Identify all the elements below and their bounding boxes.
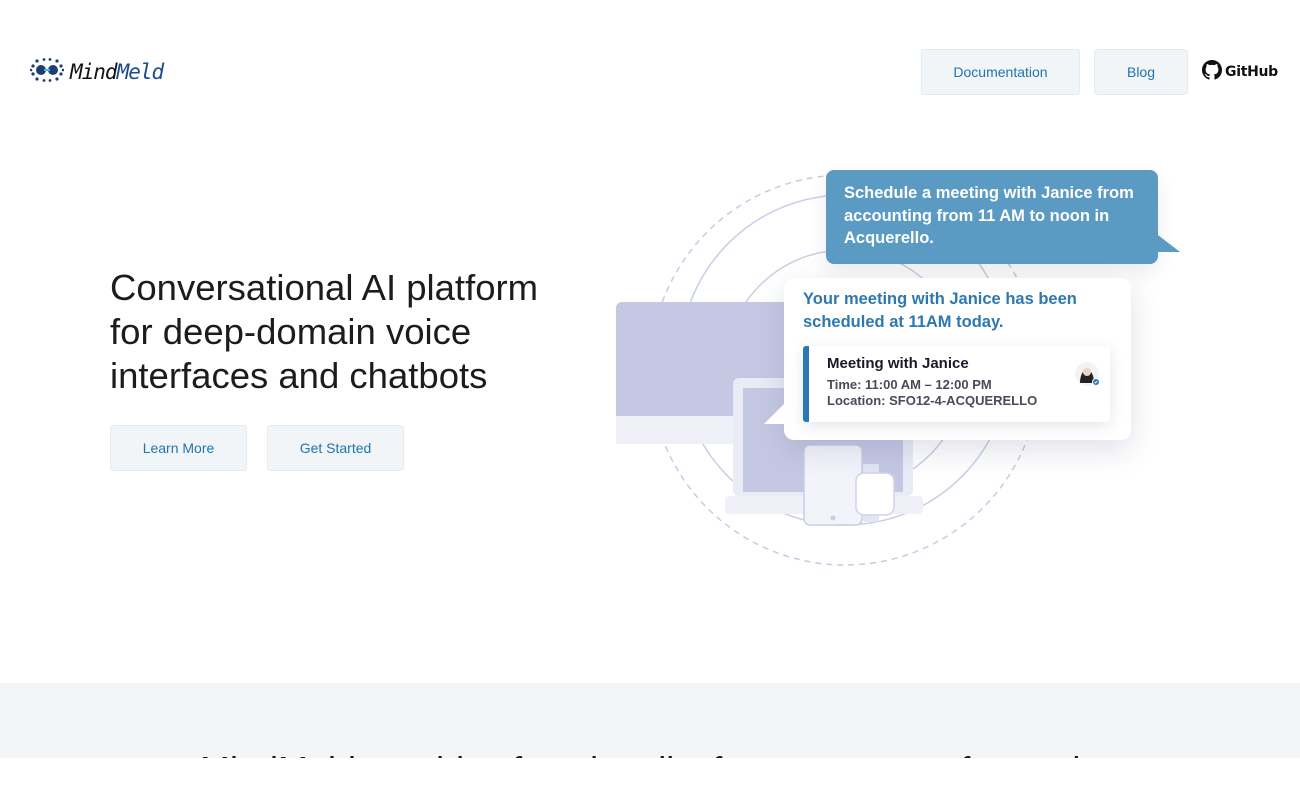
features-heading: MindMeld provides functionality for ever… xyxy=(200,749,1132,758)
user-message-bubble: Schedule a meeting with Janice from acco… xyxy=(826,170,1158,264)
learn-more-button[interactable]: Learn More xyxy=(110,425,247,471)
bot-reply-bubble: Your meeting with Janice has been schedu… xyxy=(784,278,1131,440)
meeting-title: Meeting with Janice xyxy=(827,355,969,372)
meeting-location: Location: SFO12-4-ACQUERELLO xyxy=(827,393,1038,408)
mindmeld-logo[interactable]: MindMeld xyxy=(29,57,164,88)
hero-title: Conversational AI platform for deep-doma… xyxy=(110,267,539,396)
documentation-button[interactable]: Documentation xyxy=(921,49,1080,95)
user-message-text: Schedule a meeting with Janice from acco… xyxy=(844,184,1134,247)
site-header: MindMeld Documentation Blog GitHub xyxy=(0,0,1300,140)
features-section: MindMeld provides functionality for ever… xyxy=(0,683,1300,758)
mindmeld-logo-icon xyxy=(29,57,65,88)
blog-button[interactable]: Blog xyxy=(1094,49,1188,95)
meeting-card: Meeting with Janice Time: 11:00 AM – 12:… xyxy=(803,346,1110,422)
github-icon xyxy=(1202,59,1222,85)
bubble-tail-right xyxy=(1154,232,1180,252)
logo-wordmark: MindMeld xyxy=(70,60,164,84)
meeting-time: Time: 11:00 AM – 12:00 PM xyxy=(827,377,992,392)
bot-reply-text: Your meeting with Janice has been schedu… xyxy=(803,290,1077,331)
github-link[interactable]: GitHub xyxy=(1202,59,1278,85)
get-started-button[interactable]: Get Started xyxy=(267,425,404,471)
viewport-bottom xyxy=(0,758,1300,788)
github-label: GitHub xyxy=(1225,64,1278,80)
bubble-tail-left xyxy=(764,402,786,424)
avatar-icon xyxy=(1074,361,1100,387)
